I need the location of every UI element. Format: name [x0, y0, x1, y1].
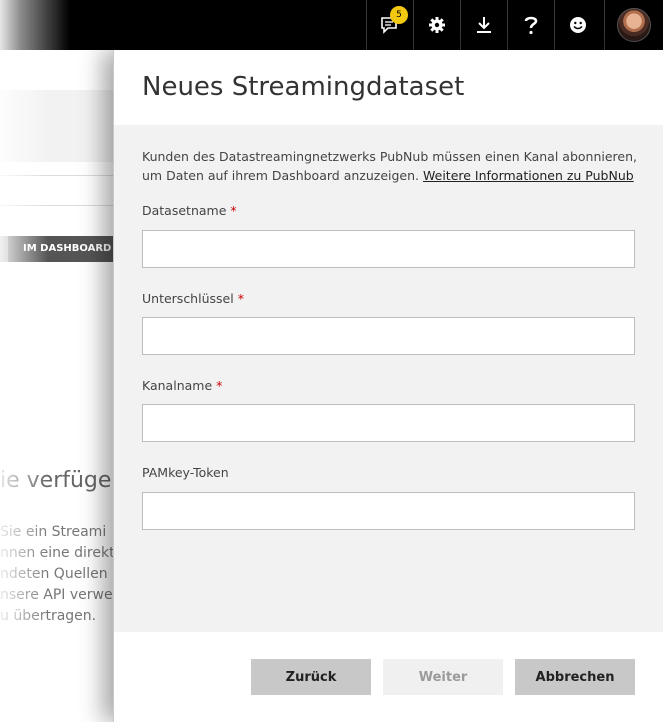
channel-name-input[interactable]	[142, 404, 635, 442]
new-streaming-dataset-panel: Neues Streamingdataset Kunden des Datast…	[113, 50, 663, 722]
subscribe-key-input[interactable]	[142, 317, 635, 355]
background-dashboard-button[interactable]: IM DASHBOARD V	[8, 236, 120, 262]
background-paragraph-line: Sie ein Streami	[0, 524, 107, 540]
download-button[interactable]	[460, 0, 507, 50]
panel-description: Kunden des Datastreamingnetzwerks PubNub…	[142, 147, 642, 185]
background-button-stripe	[0, 236, 8, 262]
user-account-button[interactable]	[604, 0, 663, 50]
background-heading: ie verfüger	[0, 468, 120, 493]
pamkey-token-input[interactable]	[142, 492, 635, 530]
next-button[interactable]: Weiter	[383, 659, 503, 695]
notification-count-badge: 5	[390, 6, 408, 24]
help-button[interactable]	[507, 0, 554, 50]
pamkey-token-label: PAMkey-Token	[142, 465, 229, 480]
back-button[interactable]: Zurück	[251, 659, 371, 695]
pubnub-info-link[interactable]: Weitere Informationen zu PubNub	[423, 168, 634, 183]
background-paragraph-line: nnen eine direkt	[0, 545, 115, 561]
notifications-button[interactable]: 5	[366, 0, 413, 50]
channel-name-label: Kanalname *	[142, 378, 223, 393]
datasetname-input[interactable]	[142, 230, 635, 268]
panel-body: Kunden des Datastreamingnetzwerks PubNub…	[114, 125, 663, 632]
panel-header: Neues Streamingdataset	[114, 50, 663, 125]
settings-gear-icon	[429, 17, 445, 33]
background-header-band	[0, 90, 120, 162]
help-question-icon	[524, 16, 538, 35]
background-page: IM DASHBOARD V ie verfüger Sie ein Strea…	[0, 50, 120, 722]
panel-title: Neues Streamingdataset	[142, 72, 465, 102]
top-navigation-bar: 5	[0, 0, 663, 50]
settings-button[interactable]	[413, 0, 460, 50]
topbar-fade	[0, 0, 70, 50]
download-icon	[477, 17, 491, 33]
user-avatar	[617, 8, 651, 42]
background-paragraph-line: u übertragen.	[0, 608, 97, 624]
datasetname-label: Datasetname *	[142, 203, 237, 218]
cancel-button[interactable]: Abbrechen	[515, 659, 635, 695]
background-divider	[0, 175, 120, 176]
feedback-smiley-icon	[570, 17, 586, 33]
background-paragraph: Sie ein Streami nnen eine direkt ndeten …	[0, 522, 115, 627]
background-paragraph-line: nsere API verwe	[0, 587, 113, 603]
feedback-button[interactable]	[554, 0, 601, 50]
required-marker: *	[237, 291, 244, 306]
background-divider	[0, 205, 120, 206]
background-paragraph-line: ndeten Quellen	[0, 566, 108, 582]
panel-footer: Zurück Weiter Abbrechen	[114, 632, 663, 722]
required-marker: *	[230, 203, 237, 218]
required-marker: *	[216, 378, 223, 393]
subscribe-key-label: Unterschlüssel *	[142, 291, 244, 306]
